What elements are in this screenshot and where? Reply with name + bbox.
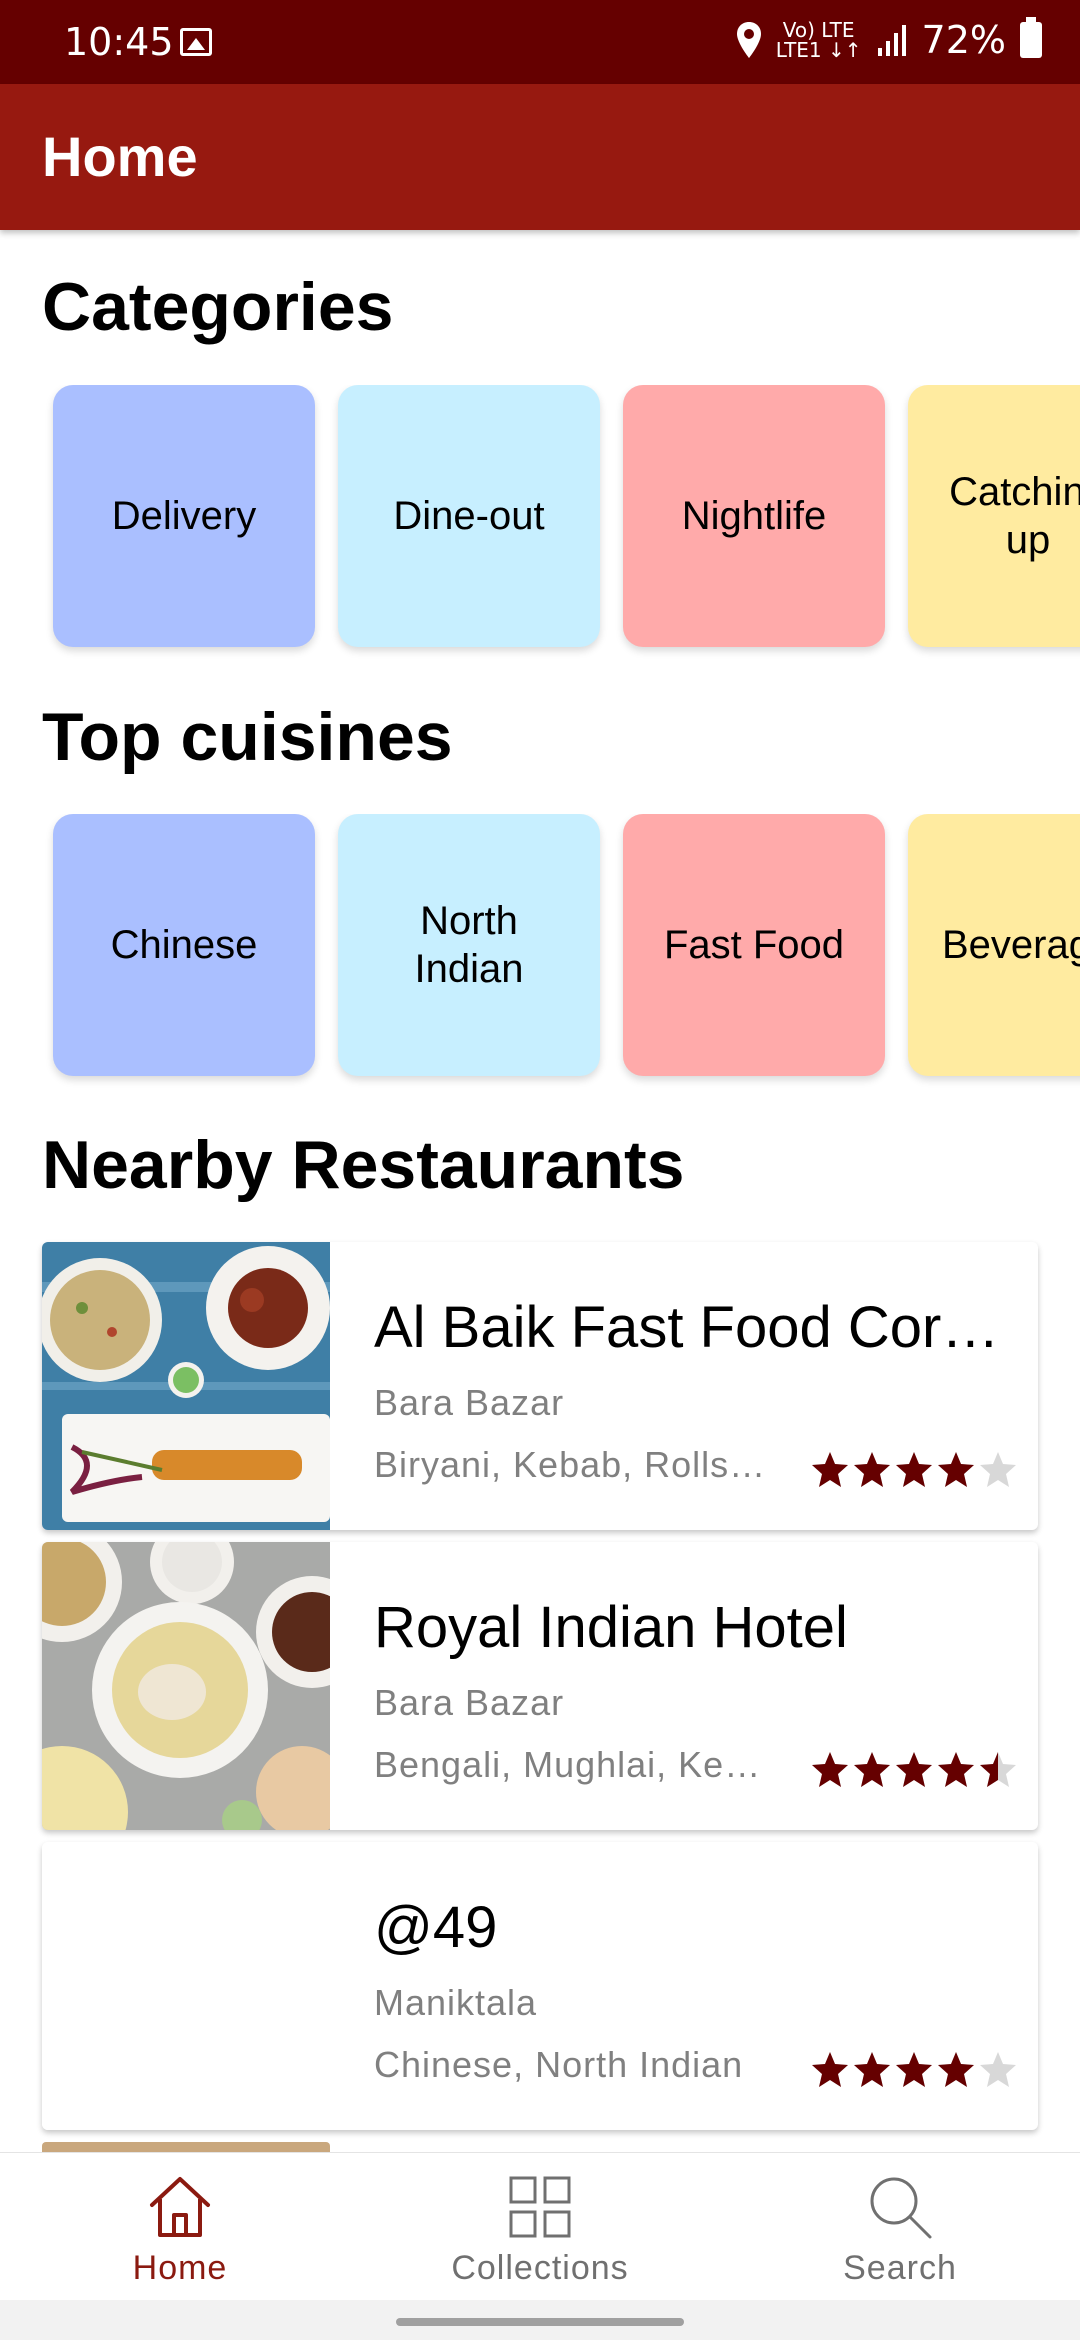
grid-icon (509, 2176, 571, 2238)
restaurant-photo (42, 1242, 330, 1530)
restaurant-area: Bara Bazar (374, 1382, 565, 1423)
restaurant-cuisines: Bengali, Mughlai, Kebab (374, 1744, 774, 1785)
star-filled-icon (938, 2052, 974, 2087)
restaurant-area: Maniktala (374, 1982, 538, 2023)
status-indicators: Vo) LTE LTE1 ↓↑ 72% (736, 17, 1042, 62)
search-icon (870, 2177, 932, 2239)
cuisine-north-indian[interactable]: North Indian (338, 814, 600, 1076)
restaurant-card[interactable]: @49 Maniktala Chinese, North Indian (42, 1842, 1038, 2130)
star-filled-icon (812, 1452, 848, 1487)
star-filled-icon (896, 2052, 932, 2087)
rating-stars (810, 1750, 1018, 1790)
cuisine-fast-food[interactable]: Fast Food (623, 814, 885, 1076)
restaurant-photo-placeholder (42, 1842, 330, 2130)
battery-percent: 72% (921, 18, 1006, 62)
bottom-navigation: Home Collections Search (0, 2152, 1080, 2300)
nav-search[interactable]: Search (720, 2153, 1080, 2301)
nav-home-label: Home (132, 2249, 228, 2287)
cuisines-row[interactable]: Chinese North Indian Fast Food Beverages (0, 814, 1080, 1094)
rating-stars (810, 1450, 1018, 1490)
star-filled-icon (812, 1752, 848, 1787)
categories-heading: Categories (42, 269, 394, 345)
category-dine-out[interactable]: Dine-out (338, 385, 600, 647)
nav-collections-label: Collections (451, 2249, 629, 2287)
star-filled-icon (896, 1452, 932, 1487)
restaurant-area: Bara Bazar (374, 1682, 565, 1723)
status-time: 10:45 (64, 20, 174, 64)
restaurant-name: Royal Indian Hotel (374, 1595, 848, 1660)
star-filled-icon (854, 1752, 890, 1787)
status-bar: 10:45 Vo) LTE LTE1 ↓↑ 72% (0, 0, 1080, 84)
cuisine-chinese[interactable]: Chinese (53, 814, 315, 1076)
network-status: Vo) LTE LTE1 ↓↑ (775, 18, 862, 62)
categories-row[interactable]: Delivery Dine-out Nightlife Catching up (0, 385, 1080, 665)
category-nightlife[interactable]: Nightlife (623, 385, 885, 647)
location-icon (736, 22, 761, 58)
system-navigation-bar (0, 2300, 1080, 2340)
home-icon (150, 2177, 210, 2237)
cuisines-heading: Top cuisines (42, 699, 453, 775)
nav-home[interactable]: Home (0, 2153, 360, 2301)
restaurant-photo (42, 1542, 330, 1830)
star-filled-icon (854, 2052, 890, 2087)
cuisine-beverages[interactable]: Beverages (908, 814, 1080, 1076)
nav-search-label: Search (843, 2249, 957, 2287)
restaurant-card[interactable]: Al Baik Fast Food Corner Bara Bazar Biry… (42, 1242, 1038, 1530)
image-notification-icon (180, 28, 212, 56)
nav-collections[interactable]: Collections (360, 2153, 720, 2301)
star-filled-icon (896, 1752, 932, 1787)
star-filled-icon (938, 1752, 974, 1787)
rating-stars (810, 2050, 1018, 2090)
battery-icon (1020, 17, 1042, 58)
signal-icon (877, 25, 906, 56)
star-empty-icon (980, 2052, 1016, 2087)
page-title: Home (42, 125, 198, 188)
restaurant-name: Al Baik Fast Food Corner (374, 1295, 1014, 1360)
star-filled-icon (812, 2052, 848, 2087)
star-empty-icon (980, 1452, 1016, 1487)
category-catching-up[interactable]: Catching up (908, 385, 1080, 647)
category-delivery[interactable]: Delivery (53, 385, 315, 647)
star-filled-icon (854, 1452, 890, 1487)
nearby-heading: Nearby Restaurants (42, 1127, 685, 1203)
star-half-icon (980, 1752, 1016, 1787)
home-indicator[interactable] (396, 2318, 684, 2326)
restaurant-card[interactable]: Royal Indian Hotel Bara Bazar Bengali, M… (42, 1542, 1038, 1830)
restaurant-name: @49 (374, 1895, 498, 1960)
app-bar: Home (0, 84, 1080, 230)
restaurant-cuisines: Biryani, Kebab, Rolls, Chinese (374, 1444, 774, 1485)
star-filled-icon (938, 1452, 974, 1487)
restaurant-cuisines: Chinese, North Indian (374, 2044, 744, 2085)
